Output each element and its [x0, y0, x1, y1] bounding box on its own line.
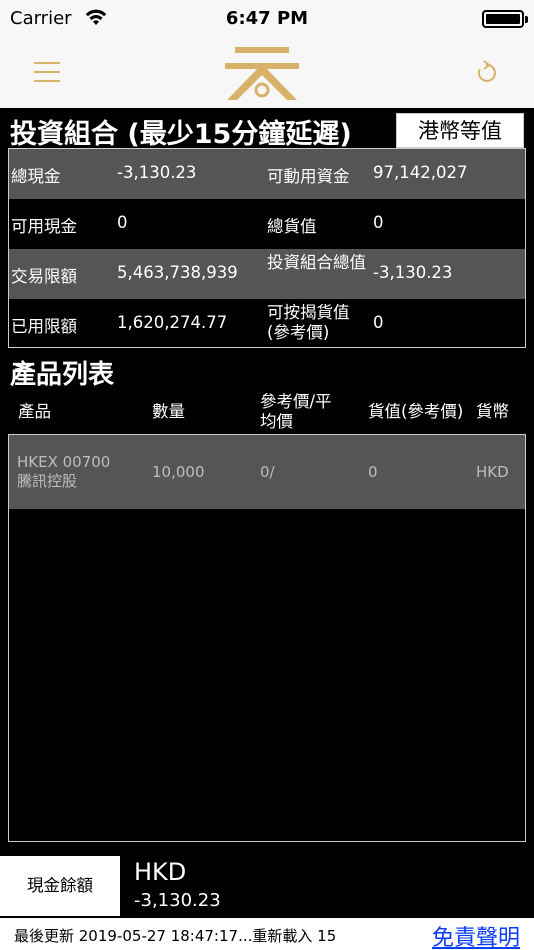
mortgage-value-value: 0: [373, 313, 384, 332]
column-header-value: 貨值(參考價): [368, 402, 464, 421]
product-value: 0: [368, 463, 378, 481]
summary-row: 可用現金 0 總貨值 0: [9, 199, 525, 249]
portfolio-total-label: 投資組合總值: [267, 253, 366, 272]
menu-icon[interactable]: [34, 60, 60, 84]
mortgage-value-label: 可按揭貨值(參考價): [267, 303, 350, 342]
column-header-product: 產品: [18, 402, 51, 421]
trading-limit-value: 5,463,738,939: [117, 263, 238, 282]
product-code: HKEX 00700: [17, 453, 111, 471]
last-updated-text: 最後更新 2019-05-27 18:47:17...重新載入 15: [14, 927, 337, 945]
available-funds-label: 可動用資金: [267, 167, 350, 186]
product-list-title: 產品列表: [10, 360, 115, 390]
product-name: 騰訊控股: [17, 472, 78, 490]
status-bar: Carrier 6:47 PM: [0, 0, 534, 36]
cash-balance-currency: HKD: [134, 858, 187, 886]
used-limit-value: 1,620,274.77: [117, 313, 228, 332]
logo-icon: [225, 47, 299, 100]
nav-bar: [0, 36, 534, 108]
summary-row: 已用限額 1,620,274.77 可按揭貨值(參考價) 0: [9, 299, 525, 349]
total-cash-label: 總現金: [11, 167, 61, 186]
usable-cash-value: 0: [117, 213, 128, 232]
clock: 6:47 PM: [225, 8, 309, 29]
refresh-icon[interactable]: [474, 60, 498, 86]
total-cash-value: -3,130.23: [117, 163, 197, 182]
available-funds-value: 97,142,027: [373, 163, 468, 182]
column-header-ref-price: 參考價/平均價: [260, 392, 332, 431]
portfolio-title: 投資組合 (最少15分鐘延遲): [10, 119, 352, 150]
cash-balance-value: -3,130.23: [134, 890, 221, 911]
summary-row: 總現金 -3,130.23 可動用資金 97,142,027: [9, 149, 525, 199]
summary-row: 交易限額 5,463,738,939 投資組合總值 -3,130.23: [9, 249, 525, 299]
column-header-quantity: 數量: [152, 402, 185, 421]
product-quantity: 10,000: [152, 463, 205, 481]
column-header-currency: 貨幣: [476, 402, 509, 421]
table-row[interactable]: HKEX 00700 騰訊控股 10,000 0/ 0 HKD: [9, 435, 525, 509]
used-limit-label: 已用限額: [11, 317, 77, 336]
battery-icon: [482, 10, 528, 28]
portfolio-total-value: -3,130.23: [373, 263, 453, 282]
product-currency: HKD: [476, 463, 509, 481]
footer: 最後更新 2019-05-27 18:47:17...重新載入 15 免責聲明: [0, 918, 534, 950]
disclaimer-link[interactable]: 免責聲明: [432, 920, 520, 950]
currency-equivalent-button[interactable]: 港幣等值: [396, 113, 524, 148]
product-list[interactable]: HKEX 00700 騰訊控股 10,000 0/ 0 HKD: [8, 434, 526, 842]
trading-limit-label: 交易限額: [11, 267, 77, 286]
usable-cash-label: 可用現金: [11, 217, 77, 236]
total-market-value-value: 0: [373, 213, 384, 232]
portfolio-summary: 總現金 -3,130.23 可動用資金 97,142,027 可用現金 0 總貨…: [8, 148, 526, 348]
total-market-value-label: 總貨值: [267, 217, 317, 236]
cash-balance-button[interactable]: 現金餘額: [0, 856, 120, 916]
product-price: 0/: [260, 463, 275, 481]
